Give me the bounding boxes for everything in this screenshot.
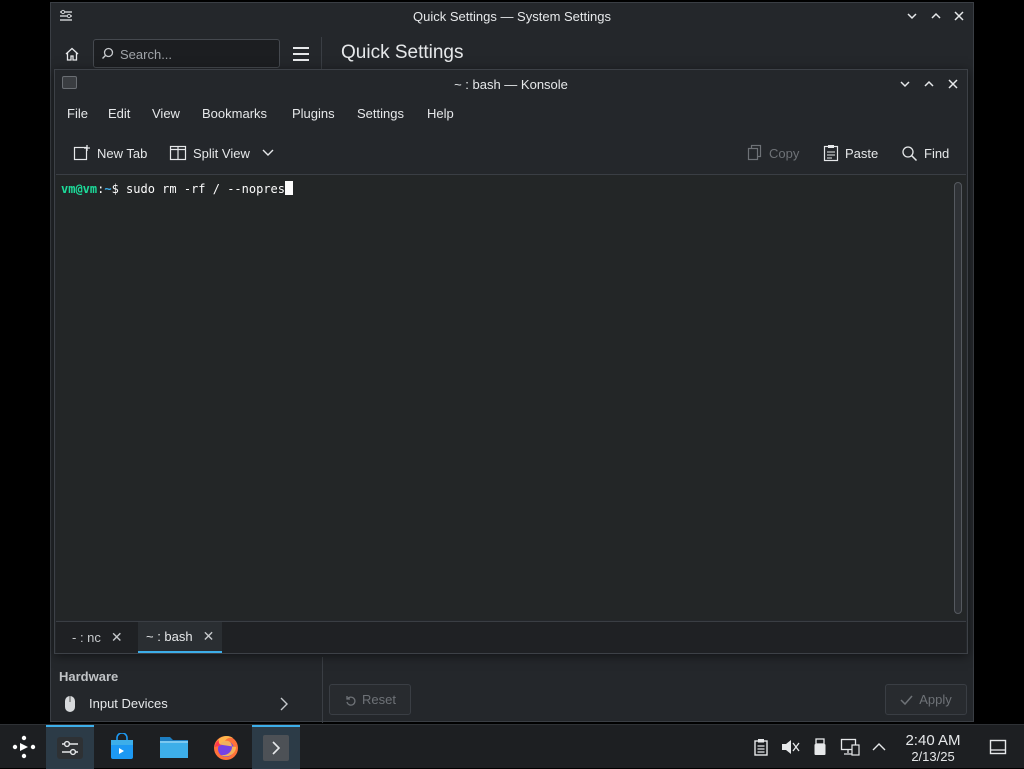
- menu-bar: File Edit View Bookmarks Plugins Setting…: [55, 102, 967, 128]
- find-icon: [902, 145, 918, 161]
- system-settings-titlebar[interactable]: Quick Settings — System Settings: [51, 3, 973, 31]
- prompt-symbol: $: [111, 182, 119, 196]
- sidebar-section-hardware: Hardware: [59, 669, 119, 684]
- new-tab-icon: [73, 145, 90, 161]
- tab-label: ~ : bash: [146, 629, 193, 644]
- apply-button[interactable]: Apply: [885, 684, 967, 715]
- close-tab-icon[interactable]: ✕: [111, 629, 123, 646]
- search-input[interactable]: [120, 45, 270, 63]
- system-settings-title: Quick Settings — System Settings: [413, 9, 611, 24]
- chevron-right-icon: [279, 697, 289, 716]
- digital-clock[interactable]: 2:40 AM 2/13/25: [893, 732, 973, 764]
- undo-icon: [346, 695, 356, 706]
- menu-settings[interactable]: Settings: [357, 106, 404, 121]
- apply-label: Apply: [919, 692, 952, 707]
- menu-plugins[interactable]: Plugins: [292, 106, 335, 121]
- taskbar-firefox[interactable]: [202, 725, 250, 769]
- sidebar-separator: [322, 657, 323, 723]
- konsole-toolbar: New Tab Split View Copy Paste Find: [55, 134, 967, 172]
- chevron-up-icon[interactable]: [869, 737, 889, 757]
- terminal-cursor: [285, 181, 293, 195]
- taskbar-dolphin[interactable]: [150, 725, 198, 769]
- terminal-scrollbar[interactable]: [954, 182, 962, 614]
- copy-label: Copy: [769, 145, 800, 161]
- page-title: Quick Settings: [341, 42, 464, 63]
- prompt-user-host: vm@vm: [61, 182, 98, 196]
- reset-label: Reset: [362, 692, 396, 707]
- konsole-tab-bar: - : nc ✕ ~ : bash ✕: [56, 621, 966, 653]
- volume-muted-icon[interactable]: [780, 737, 800, 757]
- show-desktop-icon[interactable]: [987, 737, 1009, 757]
- split-view-icon: [169, 145, 187, 161]
- sidebar: Hardware Input Devices: [51, 653, 322, 723]
- maximize-button[interactable]: [927, 7, 945, 25]
- terminal-line: vm@vm:~$ sudo rm -rf / --nopres: [61, 181, 293, 196]
- mouse-icon: [63, 695, 77, 718]
- desktop: Quick Settings — System Settings Quick S…: [0, 0, 1024, 724]
- usb-device-icon[interactable]: [810, 737, 830, 757]
- close-tab-icon[interactable]: ✕: [203, 628, 215, 645]
- terminal-command: sudo rm -rf / --nopres: [118, 182, 285, 196]
- application-launcher-icon[interactable]: [0, 725, 48, 769]
- copy-button[interactable]: Copy: [747, 142, 799, 164]
- sidebar-item-label: Input Devices: [89, 696, 168, 711]
- konsole-close-button[interactable]: [944, 75, 962, 93]
- find-button[interactable]: Find: [901, 142, 949, 164]
- split-view-label: Split View: [193, 145, 250, 161]
- close-button[interactable]: [950, 7, 968, 25]
- konsole-titlebar[interactable]: ~ : bash — Konsole: [55, 70, 967, 98]
- firefox-icon: [214, 736, 238, 760]
- search-field[interactable]: [93, 39, 280, 68]
- paste-label: Paste: [845, 145, 879, 161]
- paste-icon: [823, 145, 839, 162]
- konsole-maximize-button[interactable]: [920, 75, 938, 93]
- tab-nc[interactable]: - : nc ✕: [64, 622, 131, 653]
- menu-edit[interactable]: Edit: [108, 106, 130, 121]
- chevron-down-icon[interactable]: [262, 149, 274, 157]
- konsole-minimize-button[interactable]: [896, 75, 914, 93]
- clock-time: 2:40 AM: [905, 732, 961, 749]
- copy-icon: [747, 144, 762, 161]
- paste-button[interactable]: Paste: [823, 142, 878, 164]
- checkmark-icon: [900, 695, 913, 705]
- prompt-path: ~: [104, 182, 112, 196]
- clipboard-icon[interactable]: [751, 737, 771, 757]
- split-view-button[interactable]: Split View: [169, 142, 274, 164]
- new-tab-label: New Tab: [97, 145, 148, 161]
- menu-file[interactable]: File: [67, 106, 88, 121]
- taskbar-konsole[interactable]: [252, 725, 300, 769]
- konsole-icon: [263, 735, 289, 761]
- taskbar-discover[interactable]: [98, 725, 146, 769]
- terminal-area[interactable]: vm@vm:~$ sudo rm -rf / --nopres: [56, 174, 966, 620]
- tab-bash[interactable]: ~ : bash ✕: [138, 622, 223, 653]
- taskbar-system-settings[interactable]: [46, 725, 94, 769]
- menu-bookmarks[interactable]: Bookmarks: [202, 106, 267, 121]
- taskbar: 2:40 AM 2/13/25: [0, 724, 1024, 769]
- clock-date: 2/13/25: [911, 749, 955, 764]
- folder-icon: [160, 737, 188, 758]
- discover-icon: [111, 733, 133, 759]
- reset-button[interactable]: Reset: [329, 684, 411, 715]
- menu-help[interactable]: Help: [427, 106, 454, 121]
- konsole-window: ~ : bash — Konsole File Edit View Bookma…: [54, 69, 968, 654]
- home-icon[interactable]: [61, 43, 83, 65]
- system-settings-icon: [57, 737, 83, 759]
- find-label: Find: [924, 145, 950, 161]
- tab-label: - : nc: [72, 630, 101, 645]
- search-icon: [101, 47, 114, 65]
- minimize-button[interactable]: [903, 7, 921, 25]
- toolbar-separator: [321, 37, 322, 71]
- sidebar-item-input-devices[interactable]: Input Devices: [51, 691, 301, 717]
- new-tab-button[interactable]: New Tab: [73, 142, 147, 164]
- hamburger-menu-icon[interactable]: [291, 44, 311, 64]
- menu-view[interactable]: View: [152, 106, 180, 121]
- konsole-title: ~ : bash — Konsole: [454, 77, 568, 92]
- network-wired-icon[interactable]: [840, 737, 860, 757]
